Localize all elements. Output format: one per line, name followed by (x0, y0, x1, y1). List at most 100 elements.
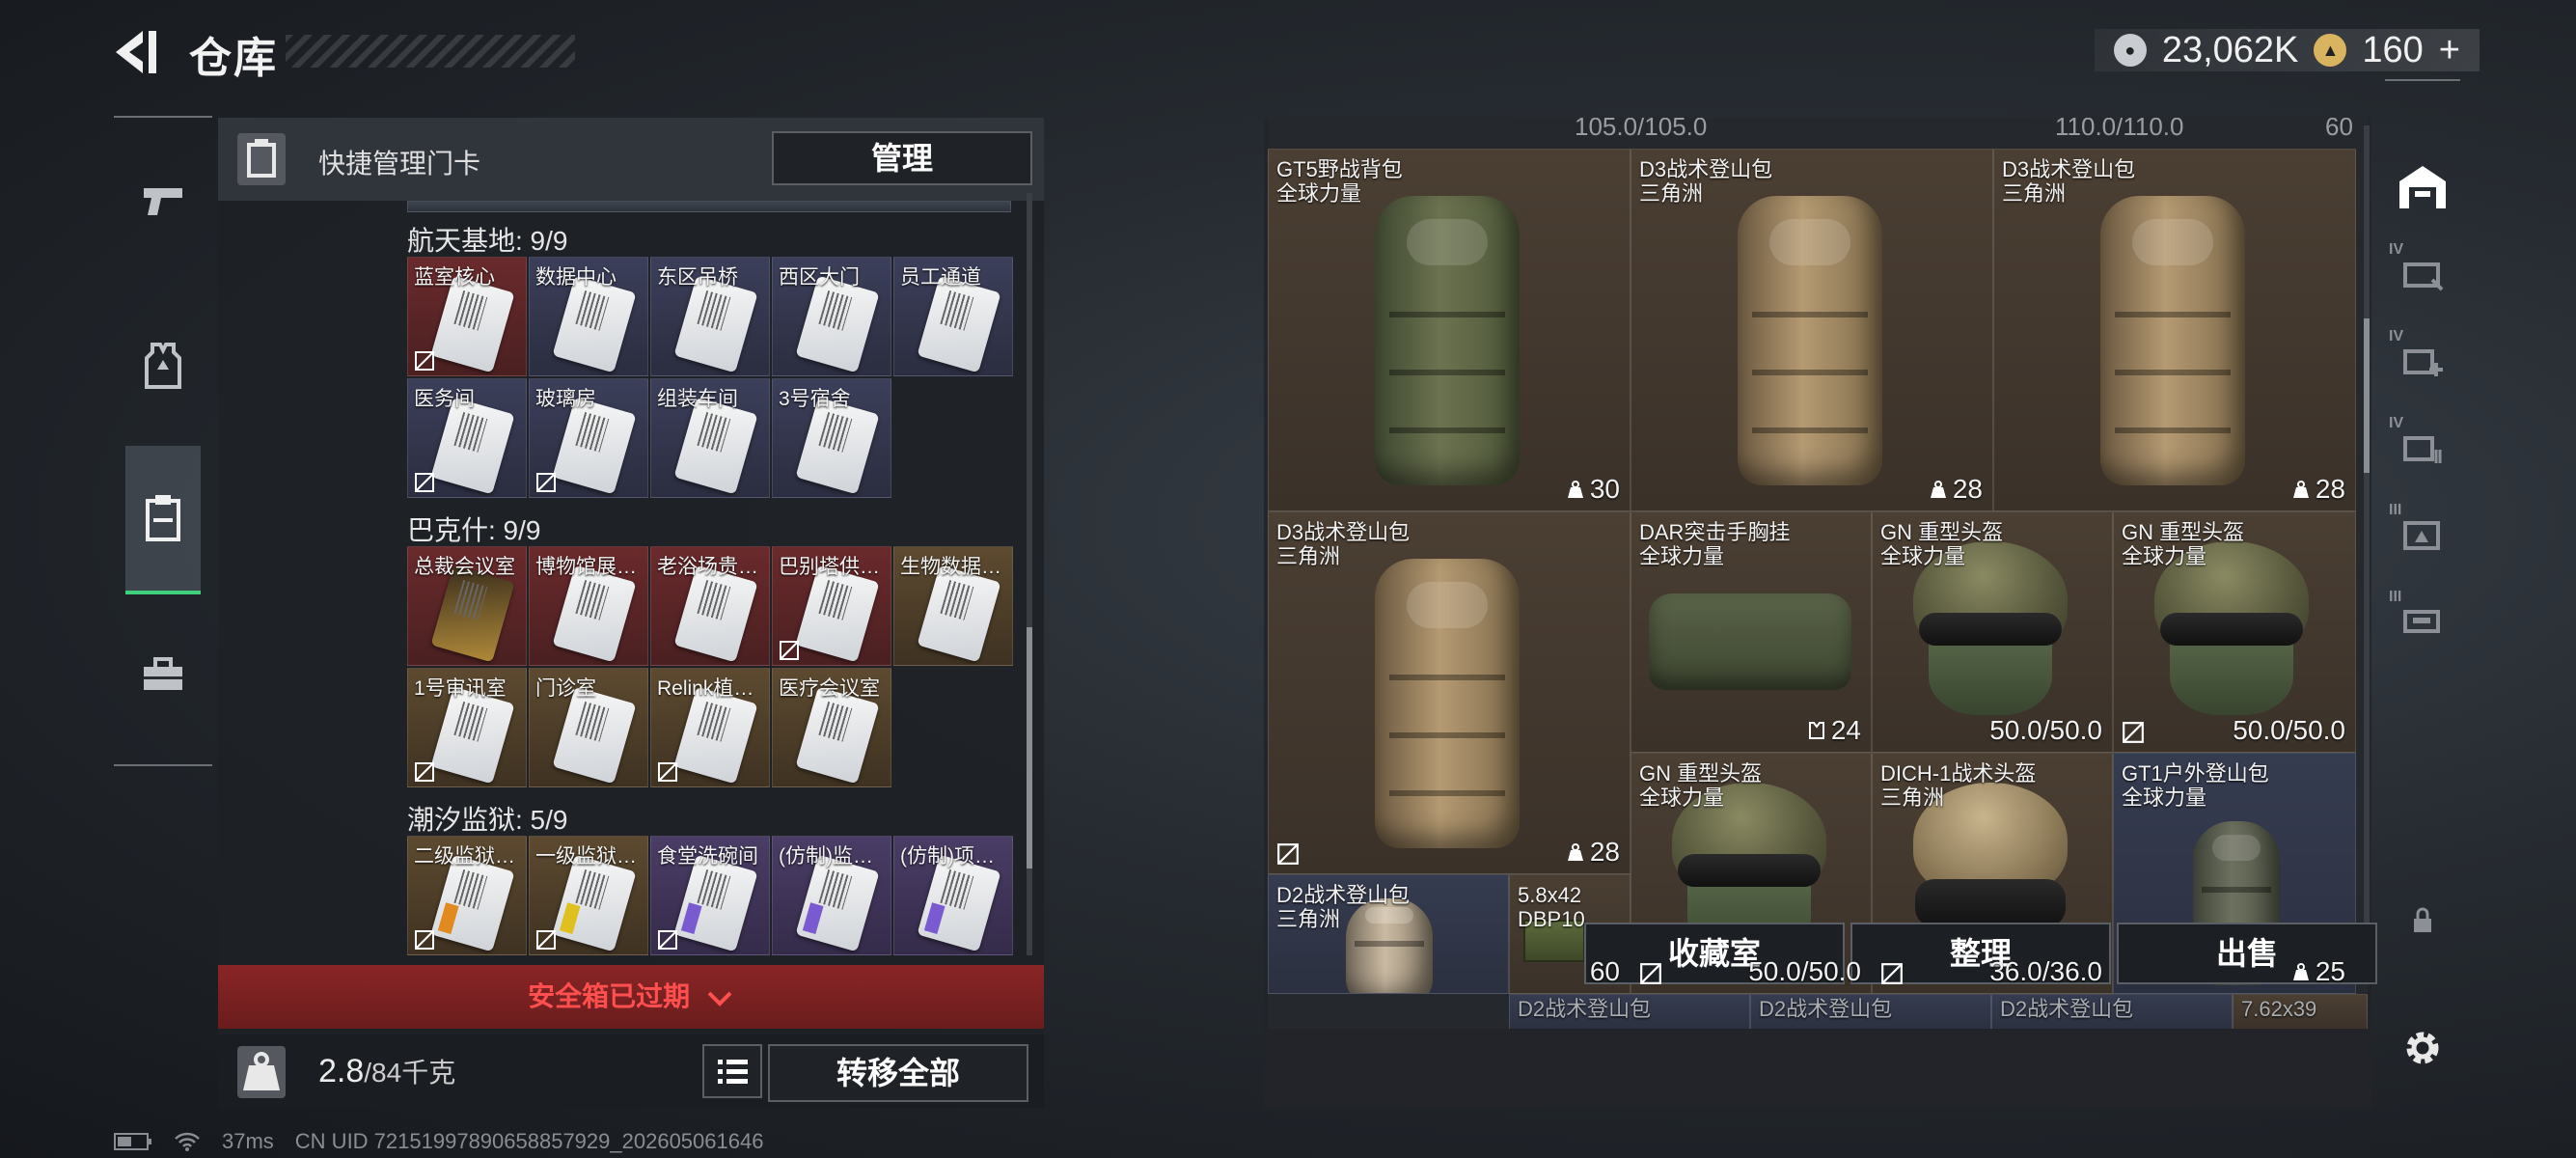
stash-item[interactable]: GN 重型头盔 全球力量 50.0/50.0 (2113, 511, 2356, 753)
keycard-name: 老浴场贵… (657, 556, 758, 578)
item-name: D2战术登山包 (1276, 883, 1411, 907)
keycard-section-title: 巴克什: 9/9 (407, 515, 541, 545)
safebox-expired-banner[interactable]: 安全箱已过期 (218, 965, 1044, 1029)
stash-top-partial-row: 105.0/105.0 110.0/110.0 60 (1268, 118, 2368, 141)
stash-item[interactable]: D2战术登山包 三角洲 (1268, 874, 1509, 994)
stash-item-label: GN 重型头盔 全球力量 (1880, 520, 2003, 568)
back-arrow-icon (116, 31, 156, 73)
stash-item-label: GN 重型头盔 全球力量 (2122, 520, 2244, 568)
keycard-name: 玻璃房 (535, 388, 596, 410)
keycard-item[interactable]: 巴别塔供… (772, 546, 891, 666)
tab-locked[interactable] (2385, 882, 2460, 959)
currency1-value: 23,062K (2161, 29, 2299, 70)
item-origin: 三角洲 (1639, 181, 1704, 206)
keycard-case-icon (146, 495, 180, 541)
stash-item-partial[interactable]: D2战术登山包 (1991, 994, 2233, 1029)
keycard-name: 生物数据… (900, 556, 1001, 578)
tab-stash-ext-3[interactable]: IV (2385, 409, 2460, 486)
item-name: GN 重型头盔 (1880, 520, 2004, 544)
item-value: 28 (2292, 474, 2345, 505)
capacity-icon (1567, 843, 1583, 861)
keycard-item[interactable]: (仿制)项… (893, 836, 1013, 955)
nav-keycards[interactable] (125, 446, 201, 594)
keycard-item[interactable]: 东区吊桥 (650, 257, 770, 376)
transfer-all-button[interactable]: 转移全部 (768, 1044, 1028, 1102)
partial-durability-1: 105.0/105.0 (1575, 118, 1708, 141)
stash-item-partial[interactable]: D2战术登山包 (1750, 994, 1991, 1029)
keycard-item[interactable]: 门诊室 (529, 668, 648, 787)
keycard-item[interactable]: 医疗会议室 (772, 668, 891, 787)
stash-item[interactable]: DAR突击手胸挂 全球力量 24 (1631, 511, 1872, 753)
item-value: 25 (2292, 956, 2345, 987)
item-value: 28 (1930, 474, 1983, 505)
nav-weapons[interactable] (127, 166, 199, 237)
keycard-item[interactable]: 蓝室核心 (407, 257, 527, 376)
keycard-item[interactable]: 1号审讯室 (407, 668, 527, 787)
keycard-item[interactable]: 二级监狱… (407, 836, 527, 955)
item-name: DICH-1战术头盔 (1880, 761, 2037, 786)
item-origin: 三角洲 (1276, 544, 1341, 568)
tab-stash-ext-4[interactable]: III (2385, 496, 2460, 573)
back-button[interactable] (108, 25, 166, 79)
weight-total: /84千克 (364, 1058, 456, 1088)
keycard-name: 3号宿舍 (779, 388, 851, 410)
stash-item[interactable]: D3战术登山包 三角洲 28 (1268, 511, 1631, 874)
item-origin: 三角洲 (1276, 907, 1341, 931)
tab-stash-ext-5[interactable]: III (2385, 583, 2460, 660)
keycard-item[interactable]: 老浴场贵… (650, 546, 770, 666)
list-view-button[interactable] (702, 1044, 762, 1098)
settings-button[interactable] (2385, 1009, 2460, 1087)
hafu-coin-icon: ● (2113, 34, 2147, 67)
keycard-name: Relink植… (657, 677, 754, 700)
item-value-text: 24 (1830, 715, 1861, 745)
stash-item[interactable]: D3战术登山包 三角洲 28 (1993, 149, 2356, 511)
stash-grid[interactable]: 105.0/105.0 110.0/110.0 60 GT5野战背包 全球力量 30… (1268, 118, 2368, 1029)
add-currency-button[interactable]: + (2439, 30, 2460, 71)
nav-armor[interactable] (127, 330, 199, 401)
item-name: DAR突击手胸挂 (1639, 520, 1791, 544)
item-origin: 全球力量 (1639, 544, 1725, 568)
stash-item-partial[interactable]: 7.62x39 (2233, 994, 2368, 1029)
stash-item[interactable]: GN 重型头盔 全球力量 50.0/50.0 (1872, 511, 2113, 753)
keycard-item[interactable]: 博物馆展… (529, 546, 648, 666)
keycard-name: 1号审讯室 (414, 677, 507, 700)
stash-item-partial[interactable]: D2战术登山包 (1509, 994, 1750, 1029)
item-origin: 全球力量 (2122, 544, 2207, 568)
keycard-item[interactable]: 西区大门 (772, 257, 891, 376)
stash-scroll-thumb[interactable] (2364, 318, 2370, 473)
stash-scrollbar[interactable] (2364, 125, 2370, 975)
manage-button[interactable]: 管理 (772, 131, 1032, 185)
keycard-name: 巴别塔供… (779, 556, 880, 578)
item-name: D3战术登山包 (2002, 157, 2136, 181)
keycard-item[interactable]: 数据中心 (529, 257, 648, 376)
tab-stash-ext-2[interactable]: IV (2385, 322, 2460, 400)
item-name: GN 重型头盔 (2122, 520, 2245, 544)
tab-stash-ext-1[interactable]: IV (2385, 235, 2460, 313)
no-trade-icon (1277, 843, 1299, 865)
stash-item[interactable]: D3战术登山包 三角洲 28 (1631, 149, 1993, 511)
keycard-item[interactable]: 总裁会议室 (407, 546, 527, 666)
keycard-name: 医务间 (414, 388, 475, 410)
item-value: 36.0/36.0 (1989, 956, 2102, 987)
stash-item-label: GN 重型头盔 全球力量 (1639, 761, 1762, 810)
tab-stash-main[interactable] (2385, 149, 2460, 226)
item-origin: 三角洲 (1880, 786, 1945, 810)
keycard-item[interactable]: 食堂洗碗间 (650, 836, 770, 955)
item-origin: 全球力量 (1880, 544, 1966, 568)
keycard-item[interactable]: 生物数据… (893, 546, 1013, 666)
keycard-item[interactable]: 员工通道 (893, 257, 1013, 376)
keycard-item[interactable]: Relink植… (650, 668, 770, 787)
capacity-icon (2292, 481, 2309, 498)
item-value-text: 25 (2315, 956, 2345, 986)
stash-item[interactable]: GT5野战背包 全球力量 30 (1268, 149, 1631, 511)
keycard-item[interactable]: 医务间 (407, 378, 527, 498)
keycard-item[interactable]: 3号宿舍 (772, 378, 891, 498)
keycard-panel: 快捷管理门卡 管理 航天基地: 9/9 蓝室核心 数据中心 东区吊桥 西区大门 员工通道医… (218, 118, 1044, 1108)
keycard-scroll-thumb[interactable] (1027, 627, 1032, 868)
keycard-item[interactable]: 组装车间 (650, 378, 770, 498)
nav-toolbox[interactable] (127, 639, 199, 710)
keycard-item[interactable]: (仿制)监… (772, 836, 891, 955)
keycard-item[interactable]: 玻璃房 (529, 378, 648, 498)
keycard-item[interactable]: 一级监狱… (529, 836, 648, 955)
page-title: 仓库 (189, 35, 278, 82)
